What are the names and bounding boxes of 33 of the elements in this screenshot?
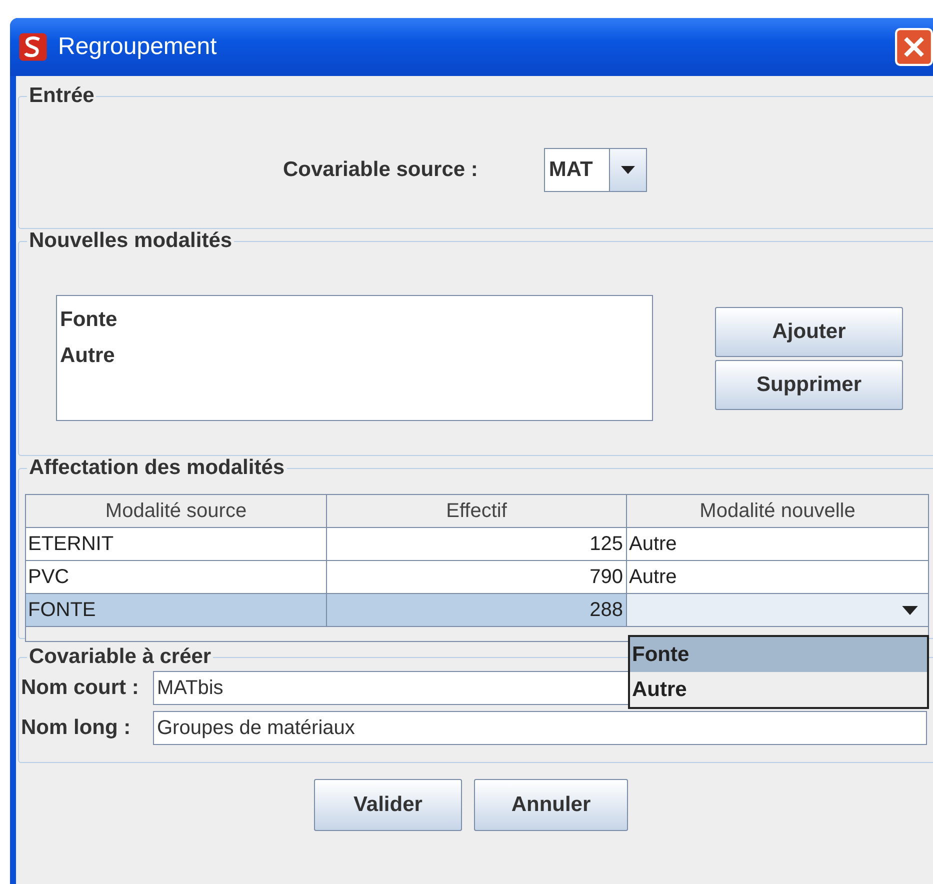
column-header[interactable]: Modalité source bbox=[26, 495, 327, 527]
list-item[interactable]: Fonte bbox=[60, 302, 649, 338]
field-label: Nom court : bbox=[21, 676, 140, 700]
covariable-combo[interactable]: MAT bbox=[544, 148, 647, 192]
action-button[interactable]: Supprimer bbox=[715, 360, 903, 410]
table-cell: FONTE bbox=[26, 594, 327, 626]
dropdown-option[interactable]: Fonte bbox=[630, 637, 927, 672]
app-logo-icon bbox=[18, 32, 48, 62]
section-title: Nouvelles modalités bbox=[28, 229, 234, 253]
dialog-button[interactable]: Annuler bbox=[474, 779, 628, 831]
field-label: Nom long : bbox=[21, 716, 132, 740]
dialog-button[interactable]: Valider bbox=[314, 779, 462, 831]
cell-combo[interactable] bbox=[627, 594, 928, 626]
table-cell: 125 bbox=[327, 528, 627, 560]
section-title: Entrée bbox=[28, 84, 96, 108]
action-button[interactable]: Ajouter bbox=[715, 307, 903, 357]
field-label: Covariable source : bbox=[283, 158, 478, 182]
dropdown-option[interactable]: Autre bbox=[630, 672, 927, 707]
name-field[interactable]: Groupes de matériaux bbox=[153, 711, 927, 745]
table-cell: PVC bbox=[26, 561, 327, 593]
section-title: Affectation des modalités bbox=[28, 456, 286, 480]
caret-icon bbox=[902, 606, 918, 614]
table-cell: ETERNIT bbox=[26, 528, 327, 560]
table-cell-text: Autre bbox=[628, 532, 678, 556]
table-cell-text: Autre bbox=[628, 564, 678, 590]
window-title: Regroupement bbox=[58, 33, 217, 61]
section-title: Covariable à créer bbox=[28, 645, 212, 669]
column-header[interactable]: Modalité nouvelle bbox=[627, 495, 928, 527]
close-icon[interactable] bbox=[895, 28, 933, 66]
caret-icon bbox=[620, 166, 635, 174]
table-cell: 790 bbox=[327, 561, 627, 593]
column-header[interactable]: Effectif bbox=[327, 495, 627, 527]
list-item[interactable]: Autre bbox=[60, 338, 649, 374]
